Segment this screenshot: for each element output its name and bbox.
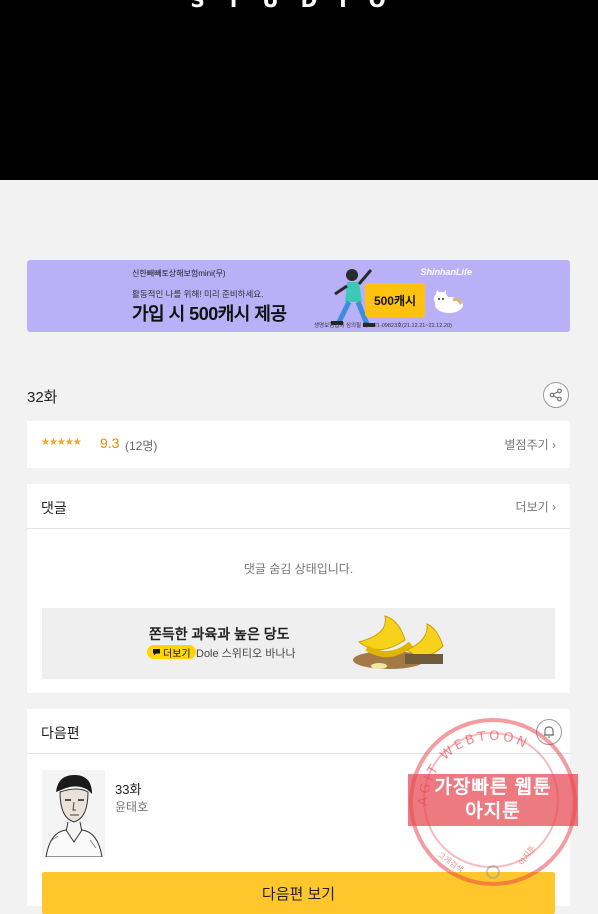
banana-ad-brand: Dole 스위티오 바나나 [196,648,296,660]
rating-count: (12명) [125,439,158,453]
next-episode-button[interactable]: 다음편 보기 [42,872,555,914]
ad-subline: 활동적인 나를 위해! 미리 준비하세요. [132,289,264,299]
comic-portrait-thumbnail [42,770,105,857]
banana-ad-headline: 쫀득한 과육과 높은 당도 [149,626,290,642]
hero-banner: STUDIO [0,0,598,180]
chat-bubble-icon [153,649,160,656]
share-button[interactable] [543,382,569,408]
episode-title: 32화 [27,389,58,406]
next-header: 다음편 [27,709,570,754]
next-episode-card: 다음편 33화 윤태호 다음편 보기 [27,709,570,914]
ad-brand: ShinhanLife [420,267,473,277]
star-rating: ★★★★★ [41,437,82,448]
comments-header: 댓글 더보기 › [27,484,570,529]
rate-button[interactable]: 별점주기 › [505,436,557,453]
ad-banner[interactable]: 신한빼빼토상해보험mini(무) 활동적인 나를 위해! 미리 준비하세요. 가… [27,260,570,332]
ad-coupon: 500캐시 [365,283,425,317]
subscribe-button[interactable] [536,719,562,745]
banana-ad[interactable]: 쫀득한 과육과 높은 당도 더보기 Dole 스위티오 바나나 [42,608,555,679]
studio-logo: STUDIO [190,0,408,12]
next-title: 다음편 [41,725,80,741]
rating-card: ★★★★★ 9.3 (12명) 별점주기 › [27,421,570,468]
ad-headline: 가입 시 500캐시 제공 [132,304,287,324]
comments-title: 댓글 [41,500,67,516]
banana-ad-pill-label: 더보기 [163,648,191,660]
rating-score: 9.3 [100,435,120,451]
share-icon [549,388,562,402]
next-episode-number: 33화 [115,782,142,797]
ad-sponsor: 신한빼빼토상해보험mini(무) [132,269,226,278]
banana-ad-more-pill[interactable]: 더보기 [147,645,196,660]
comments-card: 댓글 더보기 › 댓글 숨김 상태입니다. 쫀득한 과육과 높은 당도 더보기 … [27,484,570,693]
next-episode-author: 윤태호 [115,800,149,814]
ad-fine-print: 생명보험협회 심의필 제2021-09823호(21.12.21~22.12.2… [314,323,452,329]
comments-hidden-message: 댓글 숨김 상태입니다. [243,562,354,576]
cat-illustration [434,290,463,313]
banana-illustration [353,615,444,669]
comments-more-link[interactable]: 더보기 › [516,498,556,515]
next-episode-thumbnail[interactable] [42,770,105,857]
bell-icon [544,726,554,738]
